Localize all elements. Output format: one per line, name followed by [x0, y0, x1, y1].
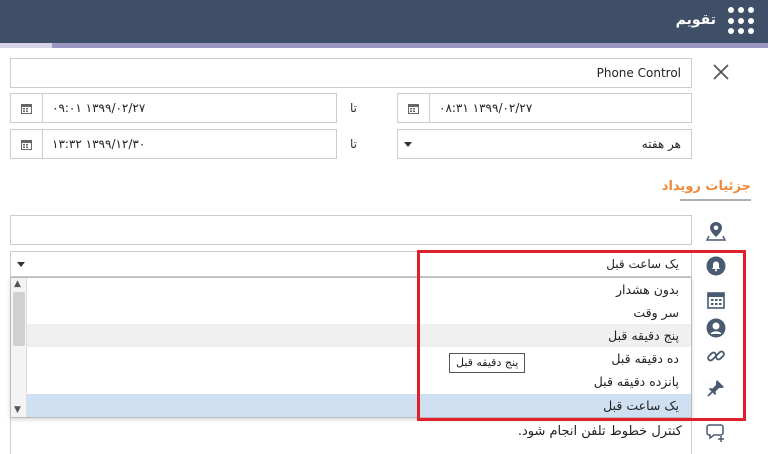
highlight-box — [417, 250, 746, 421]
recurrence-end-calendar-button[interactable] — [11, 130, 43, 158]
start-date-field[interactable]: ۱۳۹۹/۰۲/۲۷ ۰۸:۳۱ — [397, 93, 692, 123]
header-accent-bar — [0, 43, 768, 48]
recurrence-end-field[interactable]: ۱۳۹۹/۱۲/۳۰ ۱۳:۳۲ — [10, 129, 337, 159]
recurrence-value: هر هفته — [641, 137, 681, 151]
scroll-down-icon[interactable]: ▼ — [14, 405, 21, 415]
recurrence-select[interactable]: هر هفته — [397, 129, 692, 159]
location-pin-icon — [706, 222, 726, 241]
chevron-down-icon — [17, 262, 25, 267]
app-title: تقویم — [675, 12, 716, 28]
end-date-calendar-button[interactable] — [11, 94, 43, 122]
calendar-icon — [21, 103, 32, 114]
calendar-icon — [408, 103, 419, 114]
recurrence-end-value: ۱۳۹۹/۱۲/۳۰ ۱۳:۳۲ — [52, 137, 146, 151]
event-title-input[interactable]: Phone Control — [10, 58, 692, 88]
close-icon[interactable] — [711, 62, 731, 82]
dropdown-scrollbar[interactable]: ▲ ▼ — [11, 278, 27, 417]
app-header — [0, 0, 768, 43]
description-text: کنترل خطوط تلفن انجام شود. — [517, 424, 682, 439]
to-label: تا — [350, 137, 357, 151]
start-date-value: ۱۳۹۹/۰۲/۲۷ ۰۸:۳۱ — [439, 101, 533, 115]
section-underline — [680, 199, 751, 201]
scroll-thumb[interactable] — [13, 292, 25, 346]
end-date-field[interactable]: ۱۳۹۹/۰۲/۲۷ ۰۹:۰۱ — [10, 93, 337, 123]
location-input[interactable] — [10, 215, 692, 245]
end-date-value: ۱۳۹۹/۰۲/۲۷ ۰۹:۰۱ — [52, 101, 146, 115]
add-comment-icon — [706, 424, 724, 442]
apps-grid-icon[interactable] — [728, 7, 756, 35]
calendar-icon — [21, 139, 32, 150]
event-details-title: جزئیات رویداد — [661, 179, 751, 194]
start-date-calendar-button[interactable] — [398, 94, 430, 122]
scroll-up-icon[interactable]: ▲ — [14, 279, 21, 289]
to-label: تا — [350, 101, 357, 115]
header-accent-left — [0, 43, 52, 48]
event-title-value: Phone Control — [596, 66, 681, 80]
chevron-down-icon — [404, 142, 412, 147]
